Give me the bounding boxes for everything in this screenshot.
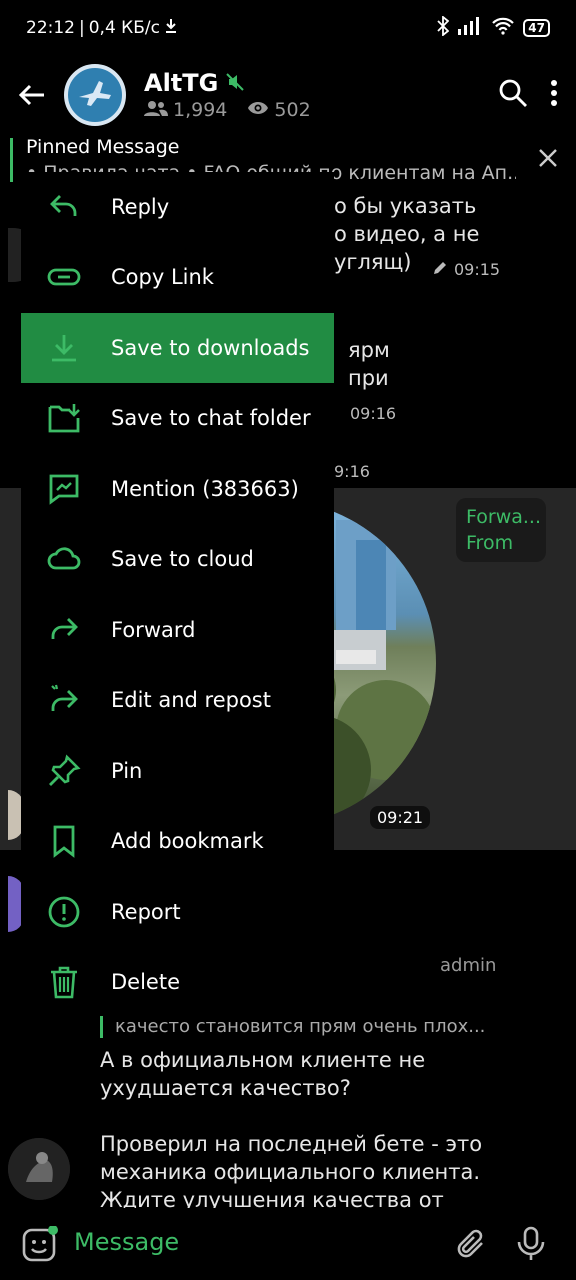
message-text: механика официального клиента. [100,1160,481,1184]
status-speed: 0,4 КБ/с [88,18,160,38]
menu-item-add-bookmark[interactable]: Add bookmark [21,806,334,876]
menu-item-mention[interactable]: Mention (383663) [21,454,334,524]
menu-item-label: Save to cloud [111,547,254,571]
menu-item-save-to-cloud[interactable]: Save to cloud [21,524,334,594]
menu-item-label: Save to chat folder [111,406,311,430]
download-icon [47,331,81,365]
search-icon[interactable] [498,78,528,112]
admin-badge: admin [440,955,497,976]
battery-indicator: 47 [523,19,550,37]
chat-header: AltTG 1,994 502 [0,56,576,134]
menu-item-save-to-downloads[interactable]: Save to downloads [21,313,334,383]
menu-item-delete[interactable]: Delete [21,947,334,1017]
menu-item-label: Forward [111,618,196,642]
chat-text: о видео, а не [334,222,480,246]
edit-repost-icon [47,683,81,717]
menu-item-pin[interactable]: Pin [21,736,334,806]
signal-icon [457,16,483,40]
folder-download-icon [47,401,81,435]
channel-title[interactable]: AltTG [144,69,218,97]
forward-icon [47,613,81,647]
menu-item-edit-and-repost[interactable]: Edit and repost [21,665,334,735]
mention-icon [47,472,81,506]
video-time: 09:21 [370,806,431,829]
cloud-icon [47,542,81,576]
more-vertical-icon[interactable] [550,79,558,111]
download-status-icon [164,18,178,39]
jet-icon [79,81,111,106]
chat-text: углящ) [334,250,412,274]
menu-item-label: Delete [111,970,180,994]
menu-item-label: Add bookmark [111,829,264,853]
arrow-left-icon [18,84,44,106]
message-time: 09:16 [350,404,397,423]
pencil-icon [432,260,448,280]
bookmark-icon [47,824,81,858]
microphone-icon[interactable] [516,1226,546,1266]
avatar[interactable] [8,1138,70,1200]
menu-item-label: Pin [111,759,143,783]
forward-label: Forwa... [466,506,541,528]
paperclip-icon[interactable] [456,1228,490,1266]
message-time: 9:16 [334,462,370,481]
report-icon [47,895,81,929]
forward-info-box[interactable]: Forwa... From [456,498,546,562]
wifi-icon [491,17,515,40]
avatar-image [8,1138,70,1200]
eye-icon [247,99,269,121]
bluetooth-icon [437,14,450,41]
pinned-title: Pinned Message [26,136,180,158]
channel-avatar[interactable] [64,64,126,126]
menu-item-label: Reply [111,195,170,219]
reply-icon [47,190,81,224]
menu-item-save-to-chat-folder[interactable]: Save to chat folder [21,383,334,453]
message-time: 09:15 [454,260,501,279]
menu-item-label: Report [111,900,181,924]
message-text: Проверил на последней бете - это [100,1132,483,1156]
muted-icon [226,69,245,97]
subscribers-count: 1,994 [173,99,228,121]
back-button[interactable] [0,67,64,123]
message-text: А в официальном клиенте не [100,1048,426,1072]
trash-icon [47,965,81,999]
reply-quote[interactable]: качесто становится прям очень плох... [100,1016,485,1038]
forward-from: From [466,532,514,554]
menu-item-forward[interactable]: Forward [21,595,334,665]
members-icon [144,99,168,121]
message-input[interactable]: Message [74,1228,179,1256]
online-count: 502 [274,99,311,121]
menu-item-report[interactable]: Report [21,877,334,947]
chat-text: ярм [348,338,390,362]
message-text: ухудшается качество? [100,1076,351,1100]
message-input-bar: Message [0,1208,576,1280]
status-bar: 22:12 | 0,4 КБ/с 47 [0,0,576,56]
chat-text: при [348,366,389,390]
close-icon[interactable] [538,148,558,172]
sticker-icon[interactable] [22,1225,58,1266]
pin-icon [47,754,81,788]
link-icon [47,260,81,294]
message-context-menu: Reply Copy Link Save to downloads Save t… [21,172,334,1018]
chat-text: о бы указать [334,194,477,218]
menu-item-label: Mention (383663) [111,477,299,501]
menu-item-label: Copy Link [111,265,214,289]
menu-item-copy-link[interactable]: Copy Link [21,242,334,312]
menu-item-reply[interactable]: Reply [21,172,334,242]
menu-item-label: Save to downloads [111,336,310,360]
status-time: 22:12 [26,18,75,38]
pinned-accent-bar [10,138,13,182]
menu-item-label: Edit and repost [111,688,271,712]
